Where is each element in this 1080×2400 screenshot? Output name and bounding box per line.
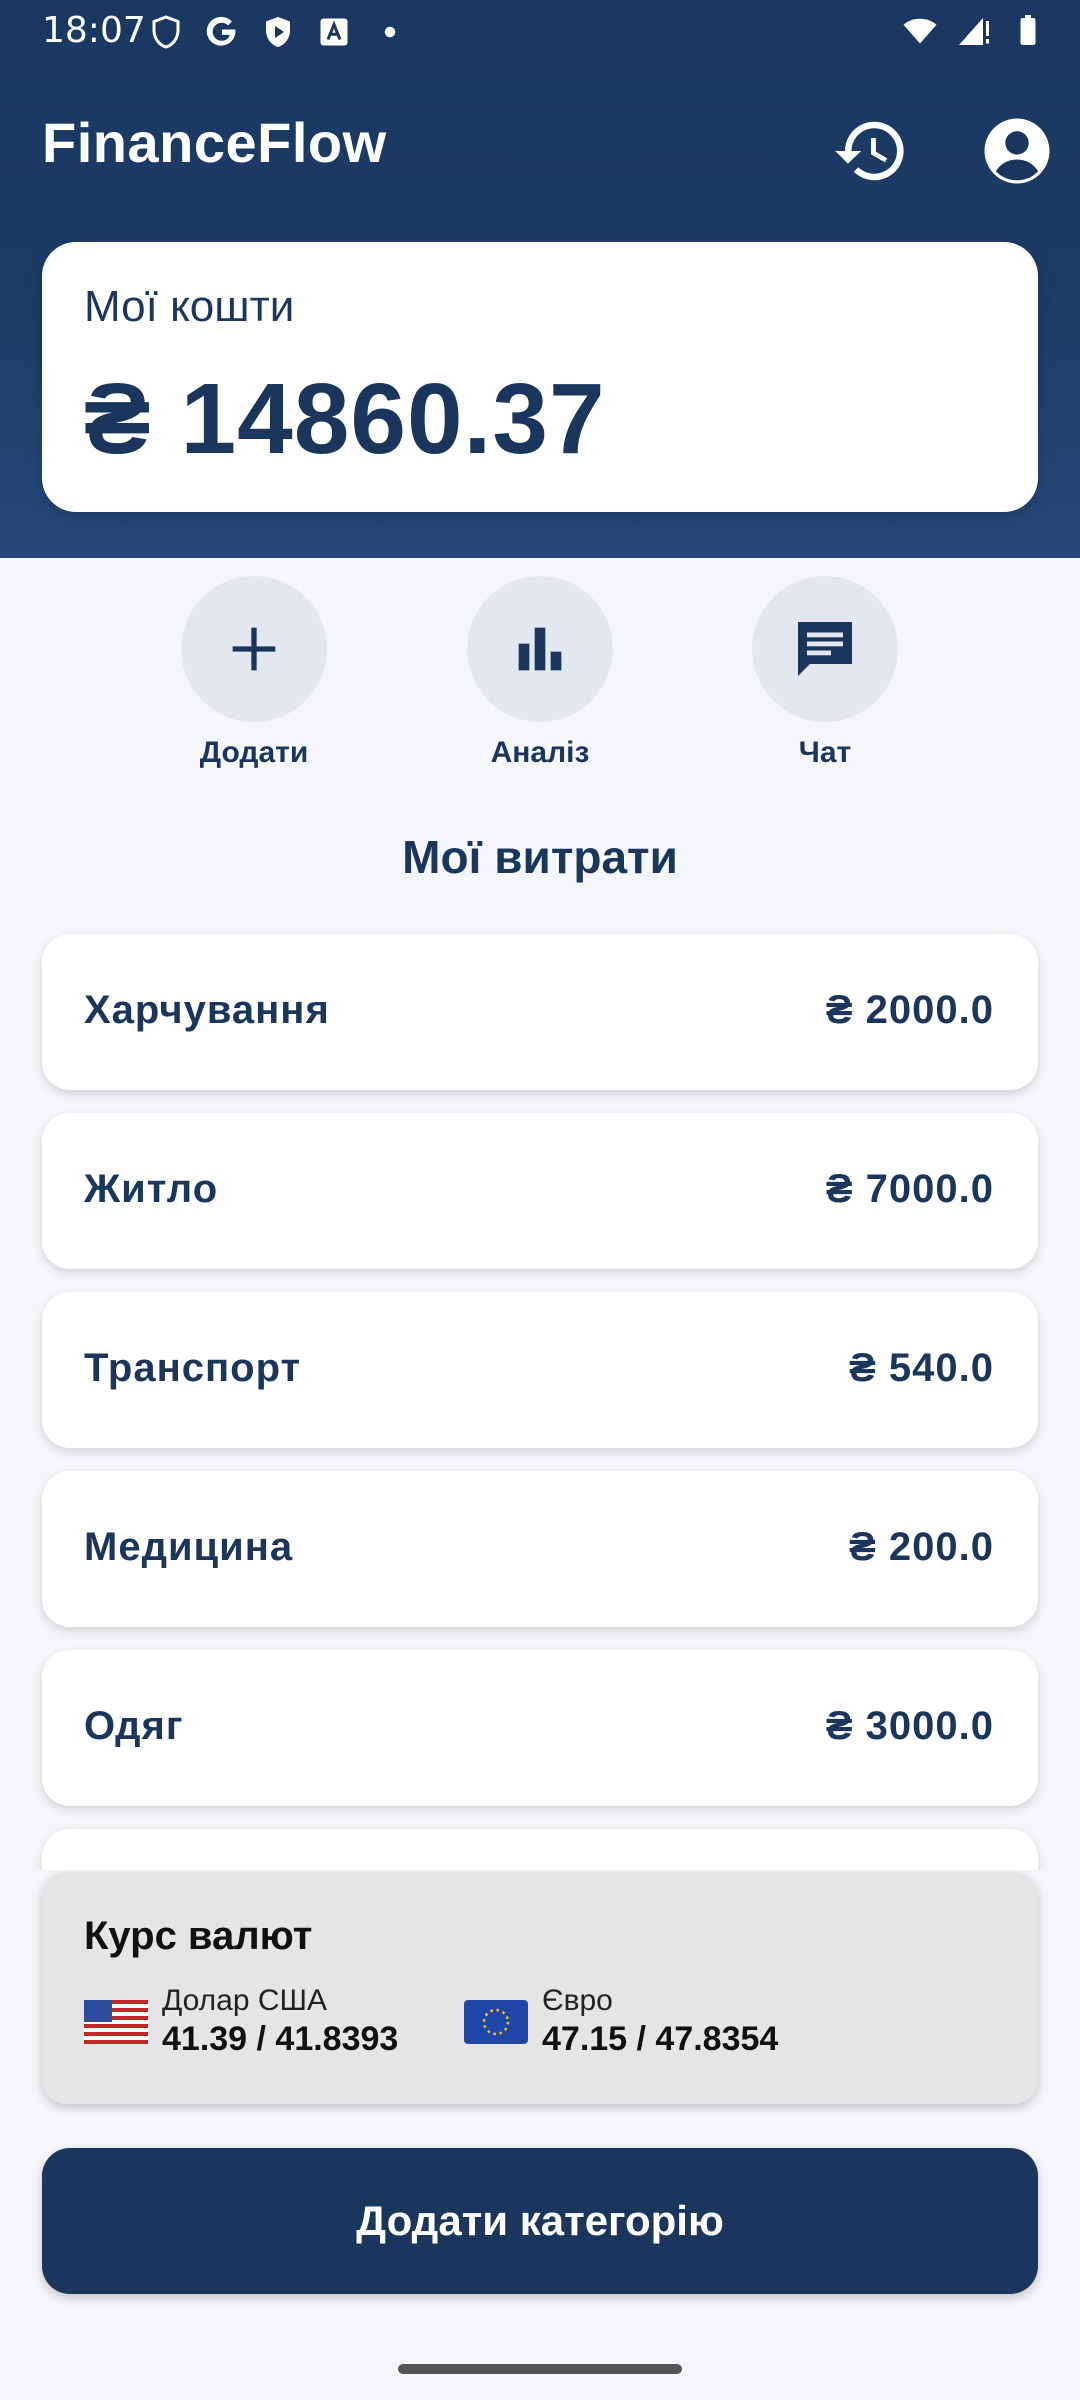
add-action-circle[interactable] [181, 576, 327, 722]
expense-item[interactable]: Житло ₴ 7000.0 [42, 1113, 1038, 1269]
status-system-icons [902, 12, 1046, 48]
dot-icon [384, 26, 396, 38]
add-action-label: Додати [199, 736, 309, 769]
expense-item[interactable]: Медицина ₴ 200.0 [42, 1471, 1038, 1627]
usd-rate-name: Долар США [162, 1984, 328, 2017]
expense-item[interactable]: Одяг ₴ 3000.0 [42, 1650, 1038, 1806]
analysis-action-circle[interactable] [467, 576, 613, 722]
status-bar: 18:07 [0, 0, 1080, 64]
eur-rate-value: 47.15 / 47.8354 [542, 2020, 779, 2058]
expense-name: Одяг [84, 1704, 184, 1748]
chat-action-button[interactable]: Чат [725, 576, 925, 770]
analysis-action-button[interactable]: Аналіз [440, 576, 640, 770]
plus-icon [232, 627, 276, 671]
eu-flag-icon [464, 2000, 528, 2044]
expenses-title: Мої витрати [402, 831, 678, 883]
eur-rate-text: Євро 47.15 / 47.8354 [542, 1984, 778, 2060]
expense-amount: ₴ 3000.0 [825, 1704, 994, 1748]
expense-item-partial[interactable] [42, 1829, 1038, 1870]
add-category-button[interactable]: Додати категорію [42, 2148, 1038, 2294]
balance-amount: ₴ 14860.37 [84, 363, 606, 475]
currency-title: Курс валют [84, 1914, 313, 1958]
analysis-action-label: Аналіз [490, 736, 590, 769]
us-flag-icon [84, 2000, 148, 2044]
expense-amount: ₴ 540.0 [849, 1346, 994, 1390]
usd-rate-text: Долар США 41.39 / 41.8393 [162, 1984, 398, 2060]
history-icon[interactable] [832, 112, 910, 190]
expense-name: Житло [84, 1167, 219, 1211]
expense-amount: ₴ 7000.0 [825, 1167, 994, 1211]
play-protect-icon [266, 17, 290, 47]
home-indicator[interactable] [398, 2364, 682, 2374]
balance-card: Мої кошти ₴ 14860.37 [42, 242, 1038, 512]
balance-label: Мої кошти [84, 282, 295, 331]
currency-rates-card: Курс валют Долар США 41.39 / 41.8393 Євр… [42, 1872, 1038, 2104]
signal-icon [959, 18, 989, 45]
expense-amount: ₴ 2000.0 [825, 988, 994, 1032]
eur-rate-name: Євро [542, 1984, 613, 2017]
bar-chart-icon [518, 627, 562, 671]
expense-item[interactable]: Харчування ₴ 2000.0 [42, 934, 1038, 1090]
expense-name: Медицина [84, 1525, 294, 1569]
shield-icon [152, 15, 180, 49]
status-time: 18:07 [42, 10, 146, 51]
expenses-list[interactable]: Харчування ₴ 2000.0 Житло ₴ 7000.0 Транс… [0, 920, 1080, 1870]
usd-rate-value: 41.39 / 41.8393 [162, 2020, 399, 2058]
expense-name: Транспорт [84, 1346, 302, 1390]
chat-icon [798, 622, 852, 676]
battery-icon [1020, 15, 1036, 45]
chat-action-label: Чат [798, 736, 852, 769]
expense-name: Харчування [84, 988, 330, 1032]
app-title: FinanceFlow [42, 111, 387, 174]
add-action-button[interactable]: Додати [154, 576, 354, 770]
expense-amount: ₴ 200.0 [849, 1525, 994, 1569]
font-app-icon [320, 18, 348, 46]
status-notification-icons [148, 14, 408, 50]
usd-rate: Долар США 41.39 / 41.8393 [84, 1984, 398, 2060]
wifi-icon [903, 18, 937, 44]
chat-action-circle[interactable] [752, 576, 898, 722]
account-circle-icon[interactable] [978, 112, 1056, 190]
eur-rate: Євро 47.15 / 47.8354 [464, 1984, 778, 2060]
expense-item[interactable]: Транспорт ₴ 540.0 [42, 1292, 1038, 1448]
google-icon [206, 16, 236, 46]
